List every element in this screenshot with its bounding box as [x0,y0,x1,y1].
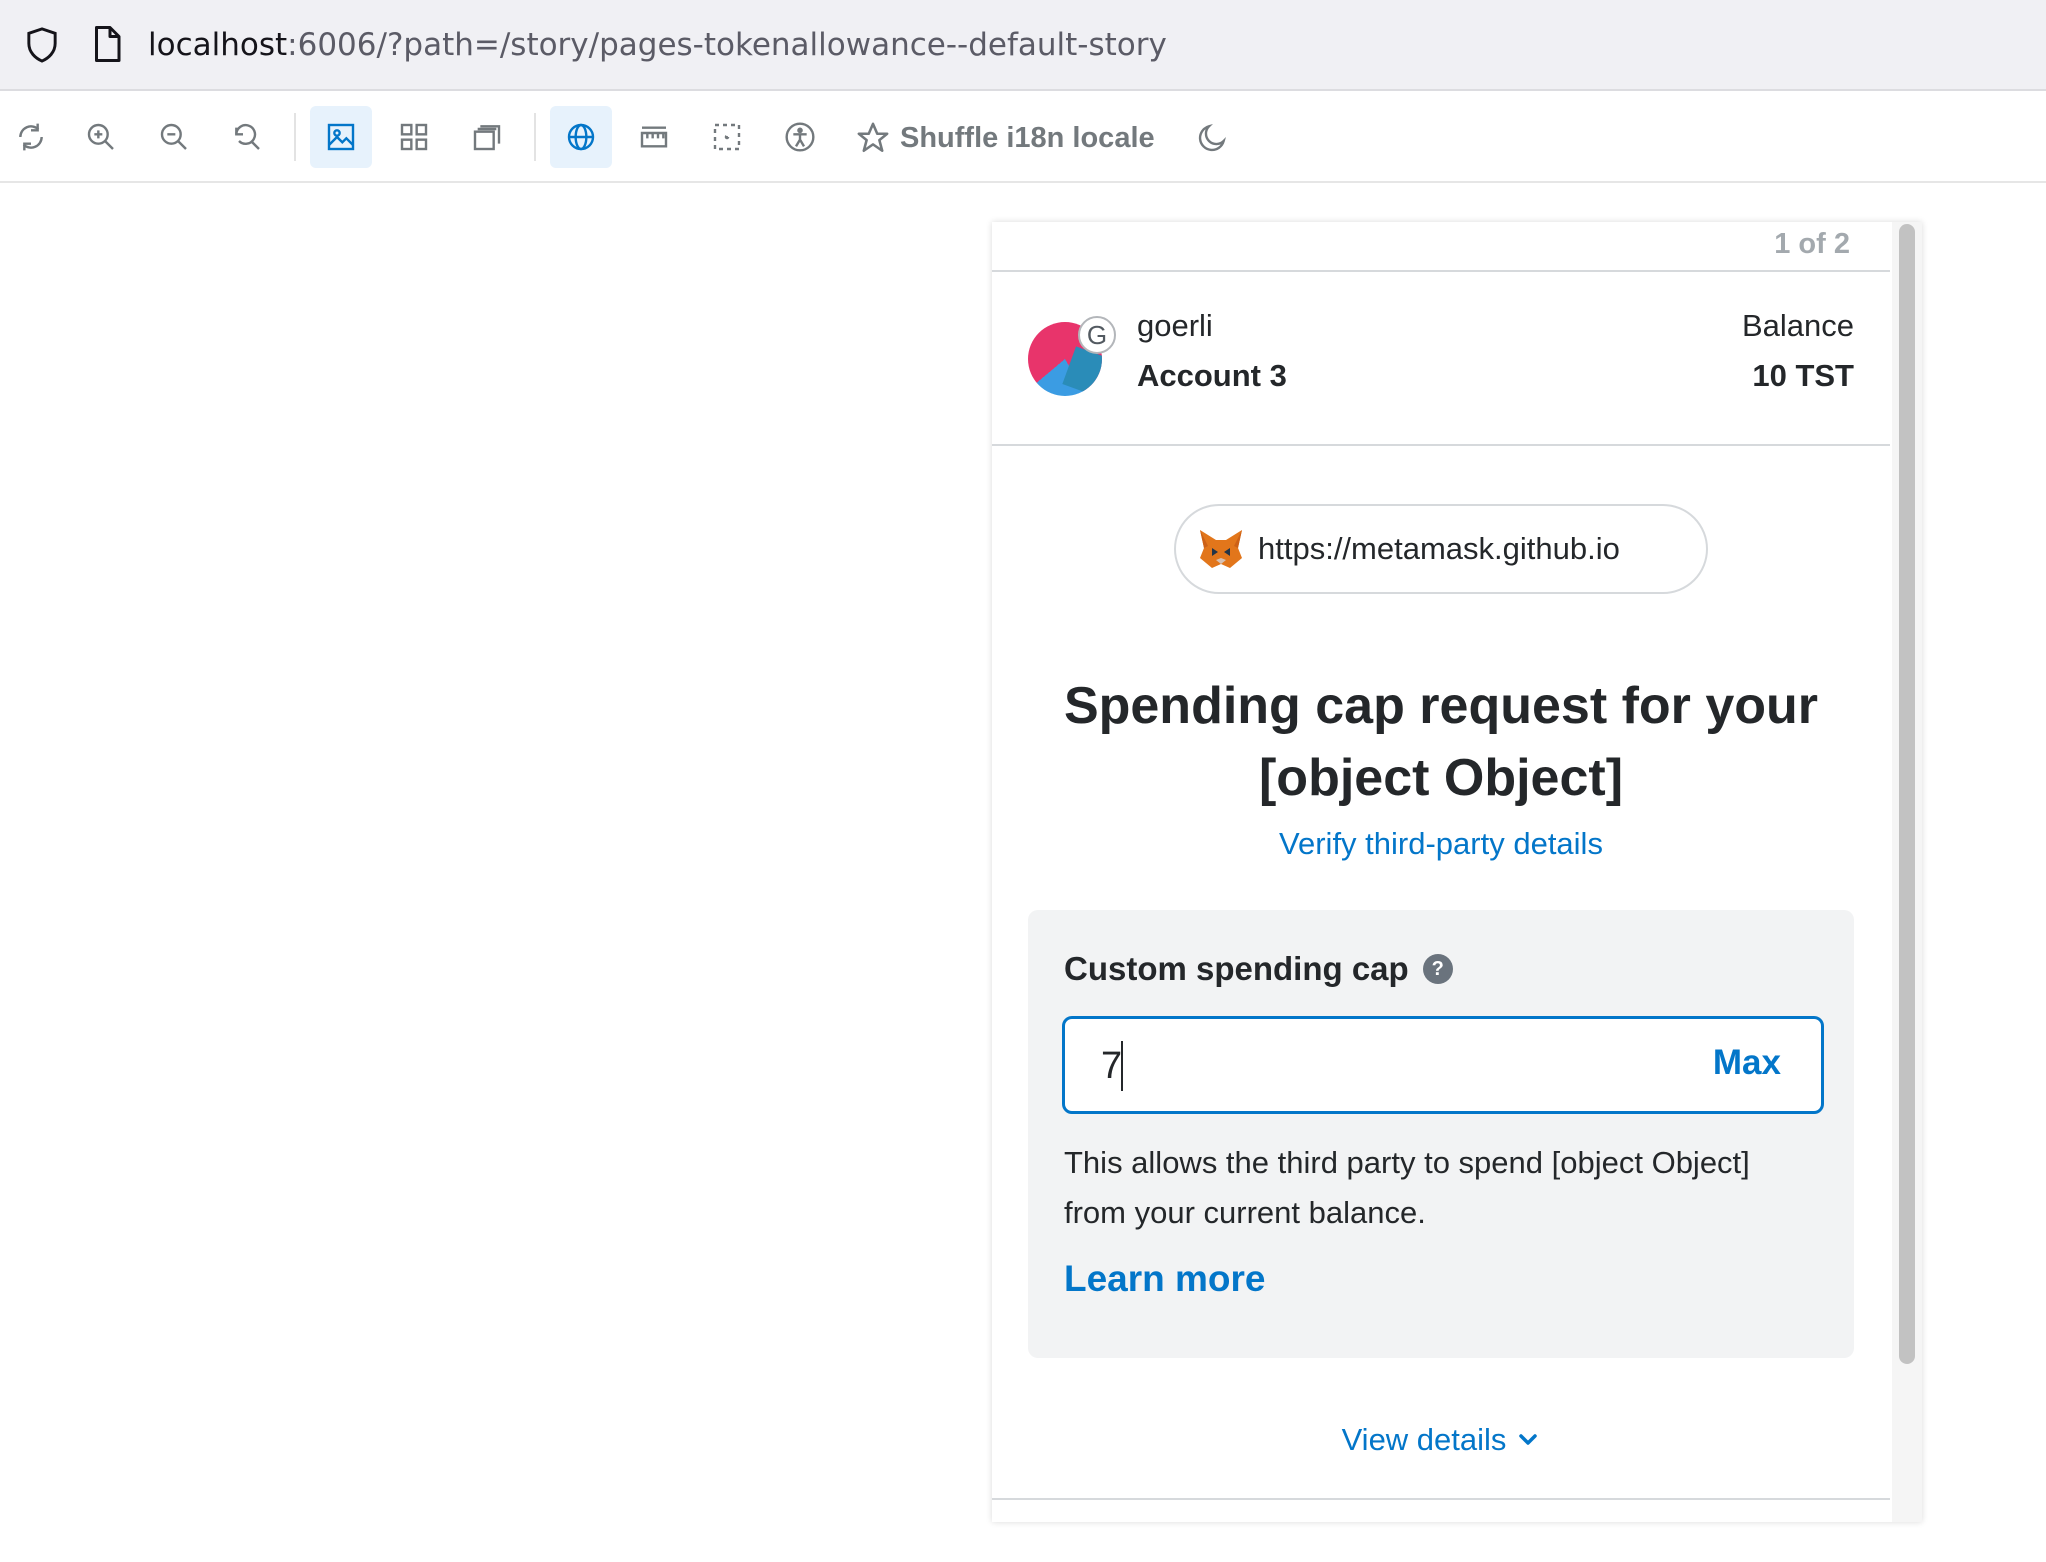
zoom-in-button[interactable] [70,106,132,168]
account-header: G goerli Account 3 Balance 10 TST [992,272,1890,446]
page-indicator: 1 of 2 [1774,228,1850,260]
shield-icon[interactable] [24,26,60,64]
spending-cap-description: This allows the third party to spend [ob… [1064,1145,1750,1230]
storybook-toolbar: Shuffle i18n locale [0,91,2046,183]
outline-button[interactable] [456,106,518,168]
verify-third-party-link[interactable]: Verify third-party details [992,826,1890,862]
accessibility-icon [785,122,815,152]
view-details-button[interactable]: View details [992,1422,1890,1458]
measure-button[interactable] [623,106,685,168]
max-button[interactable]: Max [1713,1043,1781,1083]
locale-button[interactable] [550,106,612,168]
toolbar-separator [294,113,296,161]
url-path: :6006/?path=/story/pages-tokenallowance-… [287,27,1167,63]
metamask-fox-icon [1200,530,1242,568]
outline-frame-button[interactable] [696,106,758,168]
ruler-icon [640,126,668,148]
globe-icon [567,123,595,151]
stack-icon [473,125,501,151]
spending-cap-title: Spending cap request for your [object Ob… [1063,677,1819,807]
text-caret [1121,1041,1123,1091]
story-preview-panel: 1 of 2 G goerli Account 3 Balance 10 TST… [992,222,1922,1522]
url-host: localhost [148,27,288,63]
zoom-in-icon [87,123,114,150]
page-icon [95,26,121,62]
accessibility-button[interactable] [769,106,831,168]
custom-spending-cap-label: Custom spending cap ? [1064,950,1453,988]
custom-spending-cap-section: Custom spending cap ? Max This allows th… [1028,910,1854,1358]
origin-url: https://metamask.github.io [1258,531,1620,566]
grid-icon [400,123,428,151]
browser-url-bar: localhost:6006/?path=/story/pages-tokena… [0,0,2046,91]
footer-divider [992,1498,1890,1500]
account-name: Account 3 [1137,358,1287,393]
help-icon[interactable]: ? [1422,954,1453,984]
dashed-frame-icon [713,123,741,151]
toolbar-separator [534,113,536,161]
url-text[interactable]: localhost:6006/?path=/story/pages-tokena… [148,25,1167,65]
sync-icon [19,123,43,151]
reset-zoom-button[interactable] [216,106,278,168]
spending-cap-input[interactable] [1101,1039,1661,1093]
zoom-out-icon [160,123,187,150]
preview-scrollbar-thumb[interactable] [1899,224,1915,1364]
view-details-label: View details [1341,1422,1507,1457]
balance-label: Balance [1741,308,1854,343]
custom-spending-cap-text: Custom spending cap [1064,950,1409,987]
grid-button[interactable] [383,106,445,168]
star-icon [857,122,889,153]
shuffle-locale-button[interactable]: Shuffle i18n locale [856,116,1155,160]
zoom-reset-icon [235,123,260,150]
network-name: goerli [1137,308,1213,343]
balance-value: 10 TST [1752,358,1854,393]
shuffle-locale-label: Shuffle i18n locale [900,121,1155,154]
theme-toggle-button[interactable] [1182,106,1244,168]
zoom-out-button[interactable] [143,106,205,168]
reload-story-button[interactable] [0,106,62,168]
moon-icon [1198,124,1226,152]
origin-pill: https://metamask.github.io [1174,504,1708,594]
learn-more-link[interactable]: Learn more [1064,1258,1266,1300]
chevron-down-icon [1519,1434,1538,1445]
image-icon [327,123,355,151]
spending-cap-input-wrapper: Max [1062,1016,1824,1114]
confirm-page-navigation: 1 of 2 [992,222,1890,272]
network-badge: G [1078,316,1116,354]
background-button[interactable] [310,106,372,168]
